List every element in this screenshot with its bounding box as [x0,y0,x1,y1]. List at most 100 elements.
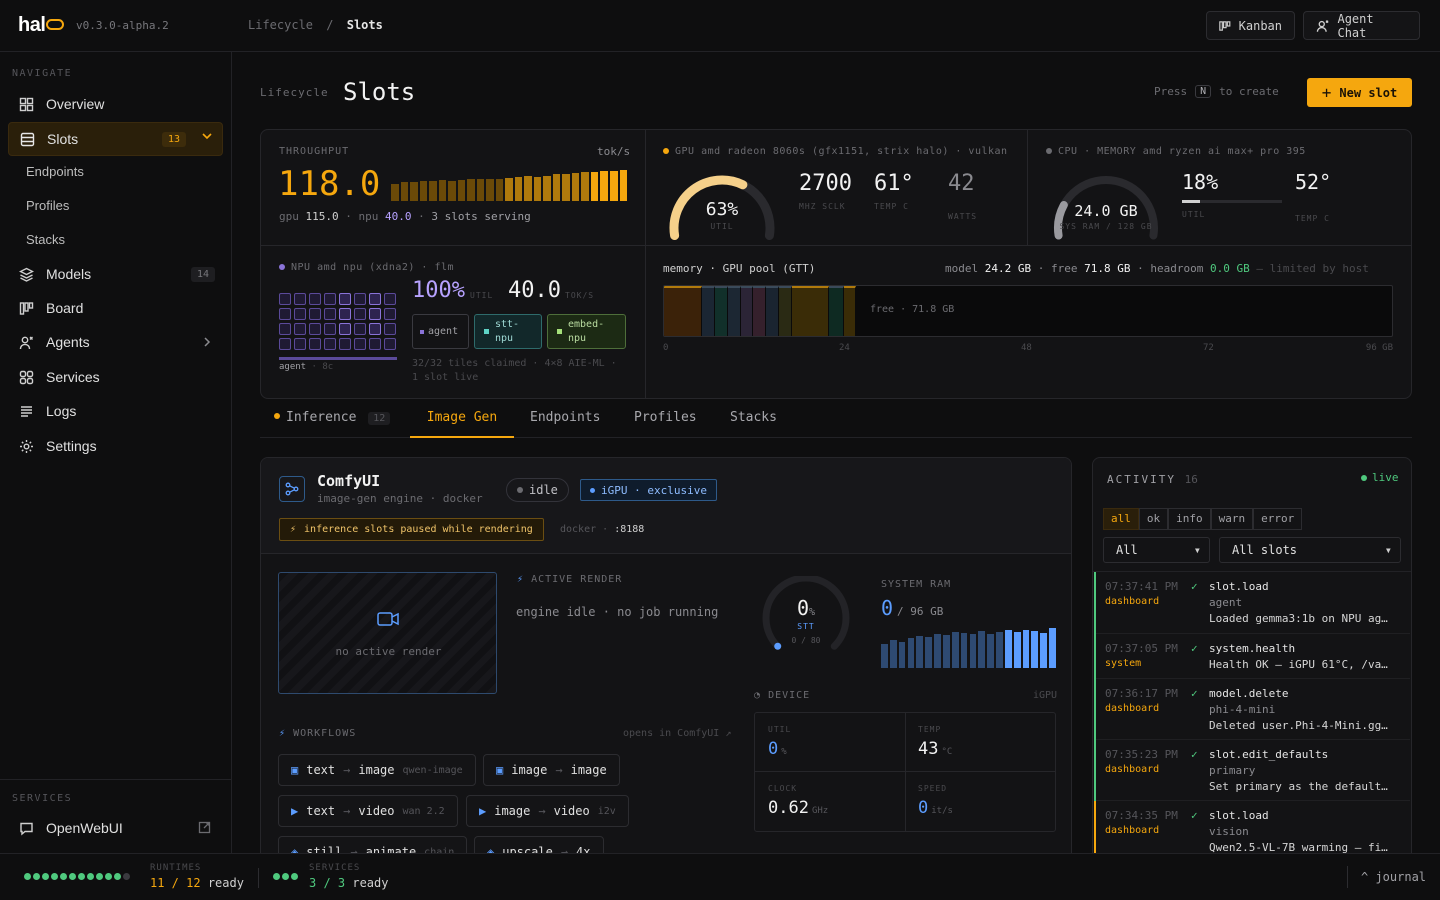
slots-count-badge: 13 [162,131,187,147]
npu-chip-agent[interactable]: agent [412,314,469,349]
device-tag: iGPU [1033,690,1058,701]
npu-tile [294,293,306,305]
activity-row[interactable]: 07:37:41 PM dashboard ✓ slot.load agent Load… [1094,572,1410,634]
filter-info[interactable]: info [1168,508,1211,530]
new-slot-button[interactable]: + New slot [1307,78,1412,107]
workflow-text-to-image[interactable]: ▣ text → image qwen-image [278,754,476,786]
row-status-bar [1094,679,1096,740]
throughput-bar [514,177,523,201]
cpu-util-bar [1182,200,1282,203]
sidebar-item-logs[interactable]: Logs [8,395,223,427]
sidebar-subitem-profiles[interactable]: Profiles [26,198,69,213]
runtime-dots [24,873,132,880]
row-status-bar [1094,634,1096,679]
ram-bar [916,636,924,668]
runtime-dot [114,873,121,880]
gpu-watts-label: WATTS [948,212,978,221]
activity-row[interactable]: 07:37:05 PM system ✓ system.health Health O… [1094,634,1410,679]
runtime-dot [33,873,40,880]
sidebar-item-slots[interactable]: Slots 13 [8,122,223,156]
sidebar-item-models[interactable]: Models 14 [8,258,223,290]
throughput-value: 118.0 [278,164,381,204]
npu-chip-embed[interactable]: embed-npu [547,314,626,349]
gauge-icon: ◔ [754,690,762,701]
stt-value: 0% [796,596,816,620]
system-ram-label: SYSTEM RAM [881,579,952,590]
video-icon: ▶ [479,804,487,818]
sidebar-subitem-endpoints[interactable]: Endpoints [26,164,84,179]
workflow-image-to-video[interactable]: ▶ image → video i2v [466,795,629,827]
filter-error[interactable]: error [1253,508,1303,530]
throughput-bar [448,181,456,201]
agent-chat-icon [1316,19,1329,32]
sidebar-item-agents[interactable]: Agents [8,326,223,358]
throughput-bar [571,173,580,201]
gpu-watts-value: 42 [948,171,975,196]
cpu-util-fill [1182,200,1200,203]
sidebar-item-settings[interactable]: Settings [8,430,223,462]
cube-icon: ◈ [487,845,495,853]
divider [1027,130,1028,245]
tab-stacks[interactable]: Stacks [730,410,777,438]
npu-tile [324,338,336,350]
tab-inference[interactable]: Inference 12 [274,410,391,438]
service-link-label: OpenWebUI [46,820,123,836]
workflow-image-to-image[interactable]: ▣ image → image [483,754,620,786]
breadcrumb-parent[interactable]: Lifecycle [248,18,313,32]
check-icon: ✓ [1191,748,1198,761]
runtime-dot [24,873,31,880]
npu-tile [354,338,366,350]
memory-segment [740,286,754,336]
level-select[interactable]: All [1103,537,1210,563]
tab-profiles[interactable]: Profiles [634,410,697,438]
throughput-bar [419,181,428,201]
workflow-text-to-video[interactable]: ▶ text → video wan 2.2 [278,795,458,827]
npu-tile [309,293,321,305]
bolt-icon: ⚡ [290,524,297,535]
service-link-openwebui[interactable]: OpenWebUI [8,812,223,844]
workflow-upscale[interactable]: ◈ upscale → 4x [474,836,604,853]
memory-segment [714,286,728,336]
filter-warn[interactable]: warn [1210,508,1254,530]
npu-tile [369,338,381,350]
activity-row[interactable]: 07:34:35 PM dashboard ✓ slot.load vision Qwe… [1094,801,1410,853]
chevron-down-icon[interactable] [200,129,214,146]
throughput-bar [429,181,437,201]
sidebar-subitem-stacks[interactable]: Stacks [26,232,65,247]
row-status-bar [1094,572,1096,634]
cpu-temp-value: 52° [1295,170,1332,194]
npu-chip-stt[interactable]: stt-npu [474,314,542,349]
page-title: Slots [343,78,416,106]
throughput-bar [476,179,485,201]
agent-chat-button[interactable]: Agent Chat [1303,11,1420,40]
external-link-icon[interactable] [198,821,211,837]
memory-segment [829,286,844,336]
npu-tile [309,338,321,350]
ram-bar [1040,633,1048,668]
chevron-right-icon[interactable] [201,335,213,351]
npu-tile [384,323,396,335]
tab-image-gen[interactable]: Image Gen [410,410,514,438]
activity-row[interactable]: 07:35:23 PM dashboard ✓ slot.edit_defaults… [1094,740,1410,801]
logo[interactable]: hal [18,14,65,37]
sidebar-item-board[interactable]: Board [8,292,223,324]
activity-row[interactable]: 07:36:17 PM dashboard ✓ model.delete phi-4-… [1094,679,1410,740]
tab-endpoints[interactable]: Endpoints [530,410,600,438]
services-header: SERVICES [12,793,73,804]
workflow-still-animate[interactable]: ◈ still → animate chain [278,836,468,853]
memory-segment [727,286,741,336]
sidebar-item-overview[interactable]: Overview [8,88,223,120]
sidebar-item-services[interactable]: Services [8,361,223,393]
filter-all[interactable]: all [1103,508,1139,530]
memory-axis-tick: 0 [663,343,669,353]
sidebar-item-label: Logs [46,403,77,419]
npu-toks-value: 40.0 [508,278,561,303]
throughput-label: THROUGHPUT [279,146,350,157]
comfyui-card: ComfyUI image-gen engine · docker idle i… [260,457,1072,853]
filter-ok[interactable]: ok [1138,508,1169,530]
kanban-button[interactable]: Kanban [1206,11,1295,40]
opens-in-comfyui-link[interactable]: opens in ComfyUI ↗ [623,728,731,739]
journal-toggle[interactable]: ^ journal [1361,870,1426,884]
slot-select[interactable]: All slots [1219,537,1401,563]
throughput-bar [619,170,627,201]
